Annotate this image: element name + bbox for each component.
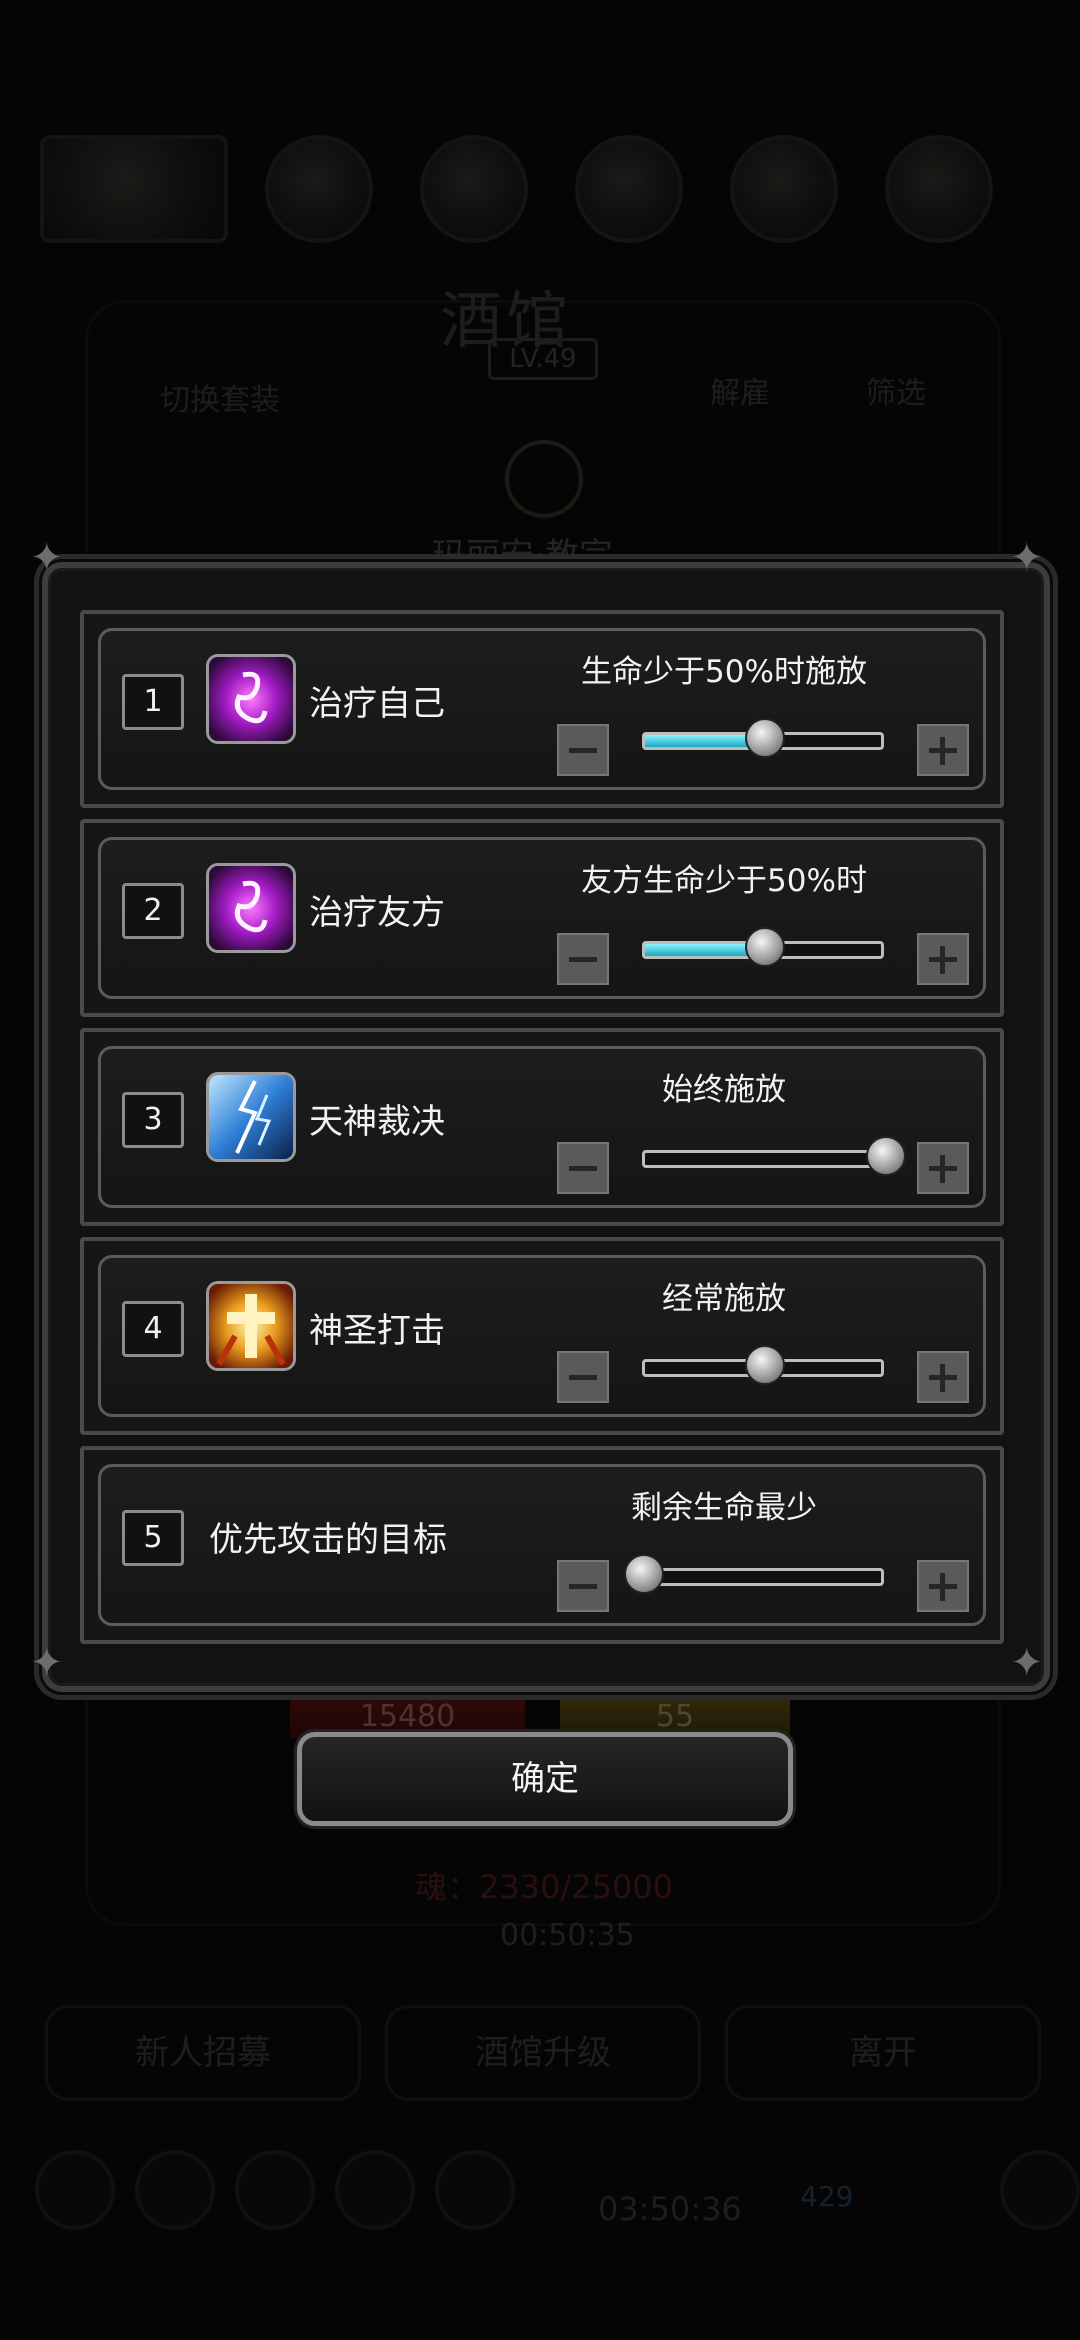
top-banner-icon <box>40 135 228 243</box>
top-menu-icon-1 <box>265 135 373 243</box>
increase-button[interactable] <box>917 933 969 985</box>
skill-row-4: 4 神圣打击 经常施放 <box>80 1237 1004 1435</box>
tab-release: 解雇 <box>710 376 770 411</box>
corner-ornament-bottom-right: ✦ <box>1010 1640 1044 1686</box>
top-menu-icon-5 <box>885 135 993 243</box>
slider-handle[interactable] <box>745 927 785 967</box>
skill-row-5: 5 优先攻击的目标 剩余生命最少 <box>80 1446 1004 1644</box>
bottom-nav-icon-4 <box>335 2150 415 2230</box>
slider-handle[interactable] <box>745 1345 785 1385</box>
coin-count: 429 <box>800 2180 854 2213</box>
skill-name: 天神裁决 <box>309 1102 445 1142</box>
target-priority-label: 优先攻击的目标 <box>209 1520 447 1560</box>
bottom-clock: 03:50:36 <box>598 2190 742 2228</box>
decrease-button[interactable] <box>557 724 609 776</box>
recruit-button: 新人招募 <box>45 2005 361 2101</box>
skill-name: 治疗友方 <box>309 893 445 933</box>
cast-condition: 始终施放 <box>662 1072 786 1108</box>
holy-strike-icon <box>206 1281 296 1371</box>
row-index: 3 <box>122 1092 184 1148</box>
top-menu-icon-3 <box>575 135 683 243</box>
tab-switch-set: 切换套装 <box>160 383 280 418</box>
skill-row-2: 2 治疗友方 友方生命少于50%时 <box>80 819 1004 1017</box>
increase-button[interactable] <box>917 1142 969 1194</box>
corner-ornament-top-right: ✦ <box>1010 535 1044 581</box>
heal-ally-icon <box>206 863 296 953</box>
increase-button[interactable] <box>917 1560 969 1612</box>
row-index: 1 <box>122 674 184 730</box>
skill-row-1: 1 治疗自己 生命少于50%时施放 <box>80 610 1004 808</box>
emblem-icon <box>505 440 583 518</box>
timer: 00:50:35 <box>500 1918 635 1953</box>
row-index: 5 <box>122 1510 184 1566</box>
leave-button: 离开 <box>725 2005 1041 2101</box>
row-index: 4 <box>122 1301 184 1357</box>
slider-handle[interactable] <box>624 1554 664 1594</box>
confirm-button[interactable]: 确定 <box>297 1732 793 1826</box>
cast-condition: 友方生命少于50%时 <box>581 863 867 899</box>
divine-judgment-icon <box>206 1072 296 1162</box>
hall-level: LV.49 <box>488 338 598 380</box>
decrease-button[interactable] <box>557 1351 609 1403</box>
plus-icon <box>1000 2150 1080 2230</box>
decrease-button[interactable] <box>557 933 609 985</box>
top-menu-icon-4 <box>730 135 838 243</box>
soul-counter: 魂：2330/25000 <box>415 1868 674 1906</box>
slider-handle[interactable] <box>866 1136 906 1176</box>
slider-handle[interactable] <box>745 718 785 758</box>
increase-button[interactable] <box>917 724 969 776</box>
corner-ornament-top-left: ✦ <box>30 535 64 581</box>
increase-button[interactable] <box>917 1351 969 1403</box>
cast-condition: 生命少于50%时施放 <box>581 654 867 690</box>
target-condition: 剩余生命最少 <box>631 1490 817 1526</box>
bottom-nav-icon-3 <box>235 2150 315 2230</box>
top-menu-icon-2 <box>420 135 528 243</box>
bottom-nav-icon-2 <box>135 2150 215 2230</box>
bottom-nav-icon-5 <box>435 2150 515 2230</box>
skill-row-3: 3 天神裁决 始终施放 <box>80 1028 1004 1226</box>
slider-fill <box>645 1153 881 1165</box>
corner-ornament-bottom-left: ✦ <box>30 1640 64 1686</box>
skill-name: 神圣打击 <box>309 1311 445 1351</box>
heal-self-icon <box>206 654 296 744</box>
cast-condition: 经常施放 <box>662 1281 786 1317</box>
bottom-nav-icon-1 <box>35 2150 115 2230</box>
tab-filter: 筛选 <box>866 376 926 411</box>
upgrade-button: 酒馆升级 <box>385 2005 701 2101</box>
decrease-button[interactable] <box>557 1142 609 1194</box>
row-index: 2 <box>122 883 184 939</box>
cast-slider[interactable] <box>642 1150 884 1168</box>
decrease-button[interactable] <box>557 1560 609 1612</box>
skill-name: 治疗自己 <box>309 684 445 724</box>
target-slider[interactable] <box>642 1568 884 1586</box>
